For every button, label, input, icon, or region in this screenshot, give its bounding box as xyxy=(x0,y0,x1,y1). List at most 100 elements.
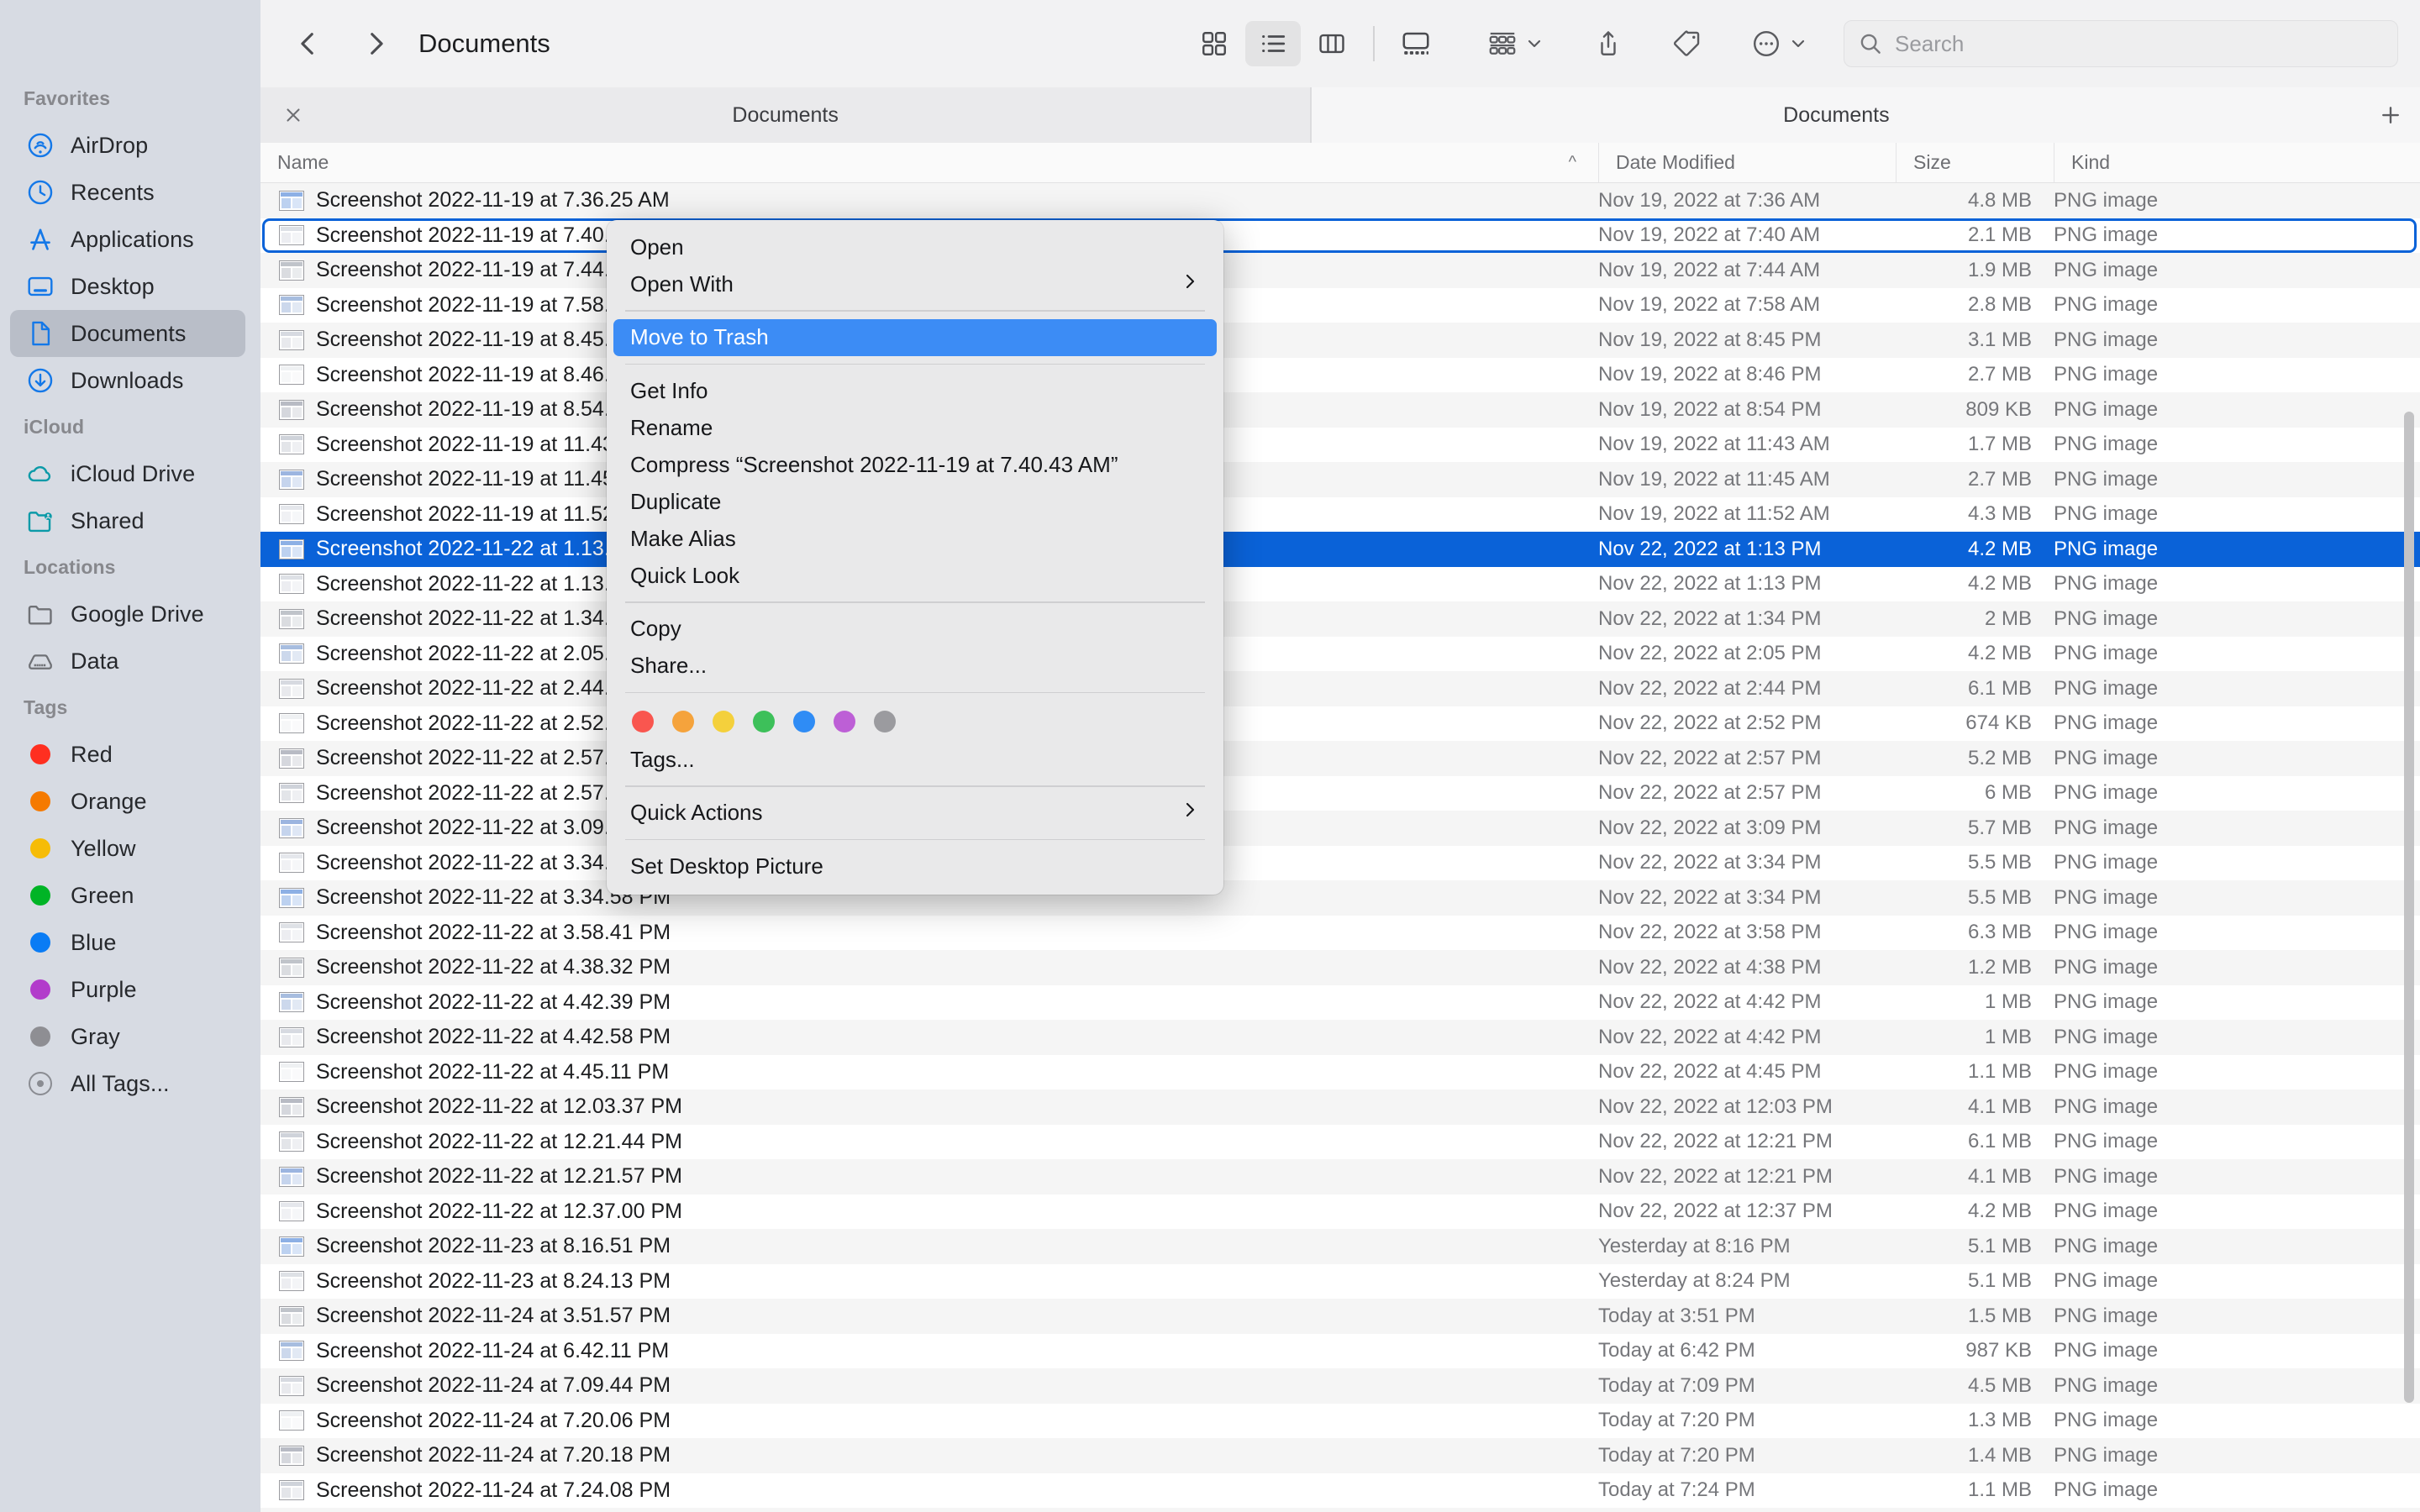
menu-item-share[interactable]: Share... xyxy=(607,648,1223,685)
column-header-date[interactable]: Date Modified xyxy=(1598,143,1896,182)
table-row[interactable]: Screenshot 2022-11-22 at 12.03.37 PM Nov … xyxy=(260,1089,2420,1125)
search-input[interactable] xyxy=(1895,30,2384,57)
tab-2[interactable]: Documents xyxy=(1311,87,2361,143)
table-row[interactable]: Screenshot 2022-11-22 at 12.37.00 PM Nov … xyxy=(260,1194,2420,1229)
table-row[interactable]: Screenshot 2022-11-23 at 8.16.51 PM Yeste… xyxy=(260,1229,2420,1264)
table-row[interactable]: Screenshot 2022-11-24 at 6.42.11 PM Today… xyxy=(260,1333,2420,1368)
menu-item-tags[interactable]: Tags... xyxy=(607,741,1223,778)
menu-item-rename[interactable]: Rename xyxy=(607,409,1223,446)
tag-swatch-0[interactable] xyxy=(632,711,654,732)
menu-item-set-desktop-picture[interactable]: Set Desktop Picture xyxy=(607,848,1223,885)
forward-button[interactable] xyxy=(351,19,400,68)
tab-1[interactable]: Documents xyxy=(260,87,1311,143)
menu-item-make-alias[interactable]: Make Alias xyxy=(607,520,1223,557)
table-row[interactable]: Screenshot 2022-11-22 at 2.57.45 PM Nov 2… xyxy=(260,775,2420,811)
column-view-button[interactable] xyxy=(1304,21,1360,66)
tag-swatch-6[interactable] xyxy=(874,711,896,732)
sidebar-item-icloud-drive[interactable]: iCloud Drive xyxy=(10,450,245,497)
table-row[interactable]: Screenshot 2022-11-24 at 7.20.06 PM Today… xyxy=(260,1403,2420,1438)
table-row[interactable]: Screenshot 2022-11-22 at 1.13.40 PM Nov 2… xyxy=(260,566,2420,601)
table-row[interactable]: Screenshot 2022-11-19 at 11.52.08 AM Nov … xyxy=(260,496,2420,532)
table-row[interactable]: Screenshot 2022-11-22 at 4.45.11 PM Nov 2… xyxy=(260,1054,2420,1089)
column-header-name[interactable]: Name ^ xyxy=(260,143,1598,182)
tag-swatch-4[interactable] xyxy=(793,711,815,732)
table-row[interactable]: Screenshot 2022-11-24 at 3.51.57 PM Today… xyxy=(260,1299,2420,1334)
sidebar-item-green[interactable]: Green xyxy=(10,872,245,919)
table-row[interactable]: Screenshot 2022-11-24 at 7.20.18 PM Today… xyxy=(260,1438,2420,1473)
column-header-size[interactable]: Size xyxy=(1896,143,2054,182)
column-header-kind[interactable]: Kind xyxy=(2054,143,2420,182)
table-row[interactable]: Screenshot 2022-11-22 at 4.42.58 PM Nov 2… xyxy=(260,1020,2420,1055)
sidebar-item-data[interactable]: Data xyxy=(10,638,245,685)
tags-button[interactable] xyxy=(1667,19,1707,68)
new-tab-button[interactable] xyxy=(2361,87,2420,143)
sidebar-item-shared[interactable]: Shared xyxy=(10,497,245,544)
table-row[interactable]: Screenshot 2022-11-19 at 7.58.13 AM Nov 1… xyxy=(260,287,2420,323)
table-row[interactable]: Screenshot 2022-11-19 at 7.40.43 AM Nov 1… xyxy=(260,218,2420,253)
sidebar-item-red[interactable]: Red xyxy=(10,731,245,778)
sidebar-item-desktop[interactable]: Desktop xyxy=(10,263,245,310)
gallery-view-button[interactable] xyxy=(1388,21,1444,66)
table-row[interactable]: Screenshot 2022-11-19 at 7.44.06 AM Nov 1… xyxy=(260,253,2420,288)
table-row[interactable]: Screenshot 2022-11-23 at 8.24.13 PM Yeste… xyxy=(260,1263,2420,1299)
menu-item-move-to-trash[interactable]: Move to Trash xyxy=(613,318,1217,356)
table-row[interactable]: Screenshot 2022-11-22 at 3.58.41 PM Nov 2… xyxy=(260,915,2420,950)
table-row[interactable]: Screenshot 2022-11-24 at 7.09.44 PM Today… xyxy=(260,1368,2420,1404)
sidebar-item-yellow[interactable]: Yellow xyxy=(10,825,245,872)
sidebar-item-all-tags[interactable]: All Tags... xyxy=(10,1060,245,1107)
menu-item-quick-look[interactable]: Quick Look xyxy=(607,557,1223,594)
table-row[interactable]: Screenshot 2022-11-22 at 2.52.07 PM Nov 2… xyxy=(260,706,2420,741)
sidebar-item-documents[interactable]: Documents xyxy=(10,310,245,357)
table-row[interactable]: Screenshot 2022-11-24 at 7.24.08 PM Today… xyxy=(260,1473,2420,1508)
list-view-button[interactable] xyxy=(1245,21,1301,66)
table-row[interactable]: Screenshot 2022-11-19 at 8.54.19 PM Nov 1… xyxy=(260,392,2420,428)
sidebar-item-downloads[interactable]: Downloads xyxy=(10,357,245,404)
sidebar-item-gray[interactable]: Gray xyxy=(10,1013,245,1060)
vertical-scrollbar[interactable] xyxy=(2404,412,2414,1403)
group-by-button[interactable] xyxy=(1482,19,1549,68)
menu-item-open[interactable]: Open xyxy=(607,228,1223,265)
menu-item-get-info[interactable]: Get Info xyxy=(607,372,1223,409)
table-row[interactable]: Screenshot 2022-11-22 at 2.57.18 PM Nov 2… xyxy=(260,741,2420,776)
table-row[interactable]: Screenshot 2022-11-19 at 8.46.30 PM Nov 1… xyxy=(260,357,2420,392)
back-button[interactable] xyxy=(284,19,333,68)
table-row[interactable]: Screenshot 2022-11-22 at 3.34.58 PM Nov 2… xyxy=(260,880,2420,916)
sidebar-item-orange[interactable]: Orange xyxy=(10,778,245,825)
table-row[interactable]: Screenshot 2022-11-19 at 8.45.02 PM Nov 1… xyxy=(260,323,2420,358)
table-row[interactable]: Screenshot 2022-11-22 at 1.34.22 PM Nov 2… xyxy=(260,601,2420,637)
search-field[interactable] xyxy=(1844,20,2398,67)
table-row[interactable]: Screenshot 2022-11-22 at 4.38.32 PM Nov 2… xyxy=(260,950,2420,985)
table-row[interactable]: Screenshot 2022-11-22 at 12.21.44 PM Nov … xyxy=(260,1124,2420,1159)
tag-swatch-5[interactable] xyxy=(834,711,855,732)
sidebar-item-purple[interactable]: Purple xyxy=(10,966,245,1013)
table-row[interactable]: Screenshot 2022-11-22 at 3.09.26 PM Nov 2… xyxy=(260,811,2420,846)
menu-item-copy[interactable]: Copy xyxy=(607,611,1223,648)
context-menu[interactable]: Open Open With Move to Trash Get Info Rename… xyxy=(607,220,1223,895)
table-row[interactable]: Screenshot 2022-11-22 at 2.05.11 PM Nov 2… xyxy=(260,636,2420,671)
sidebar-item-google-drive[interactable]: Google Drive xyxy=(10,591,245,638)
icon-view-button[interactable] xyxy=(1186,21,1242,66)
tag-swatch-1[interactable] xyxy=(672,711,694,732)
sidebar-item-airdrop[interactable]: AirDrop xyxy=(10,122,245,169)
menu-item-compress-screenshot-2022-11-19-at-7-40-43-am[interactable]: Compress “Screenshot 2022-11-19 at 7.40.… xyxy=(607,446,1223,483)
table-row[interactable]: Screenshot 2022-11-22 at 4.42.39 PM Nov 2… xyxy=(260,984,2420,1020)
share-button[interactable] xyxy=(1588,19,1628,68)
more-options-button[interactable] xyxy=(1746,19,1813,68)
tag-swatch-2[interactable] xyxy=(713,711,734,732)
sidebar-item-blue[interactable]: Blue xyxy=(10,919,245,966)
menu-item-quick-actions[interactable]: Quick Actions xyxy=(607,795,1223,832)
table-row[interactable]: Screenshot 2022-11-22 at 12.21.57 PM Nov … xyxy=(260,1159,2420,1194)
file-list[interactable]: Screenshot 2022-11-19 at 7.36.25 AM Nov 1… xyxy=(260,183,2420,1512)
table-row[interactable]: Screenshot 2022-11-19 at 7.36.25 AM Nov 1… xyxy=(260,183,2420,218)
menu-item-duplicate[interactable]: Duplicate xyxy=(607,483,1223,520)
table-row[interactable]: Screenshot 2022-11-22 at 2.44.33 PM Nov 2… xyxy=(260,671,2420,706)
table-row[interactable]: Screenshot 2022-11-22 at 1.13.05 PM Nov 2… xyxy=(260,532,2420,567)
table-row[interactable]: Screenshot 2022-11-19 at 11.45.24 AM Nov … xyxy=(260,462,2420,497)
table-row[interactable]: Screenshot of Quick ActionsToday at 7:25… xyxy=(260,1508,2420,1512)
menu-item-open-with[interactable]: Open With xyxy=(607,265,1223,302)
close-icon[interactable] xyxy=(282,104,304,126)
table-row[interactable]: Screenshot 2022-11-22 at 3.34.12 PM Nov 2… xyxy=(260,845,2420,880)
sidebar-item-applications[interactable]: Applications xyxy=(10,216,245,263)
tag-color-swatches[interactable] xyxy=(607,701,1223,741)
tag-swatch-3[interactable] xyxy=(753,711,775,732)
